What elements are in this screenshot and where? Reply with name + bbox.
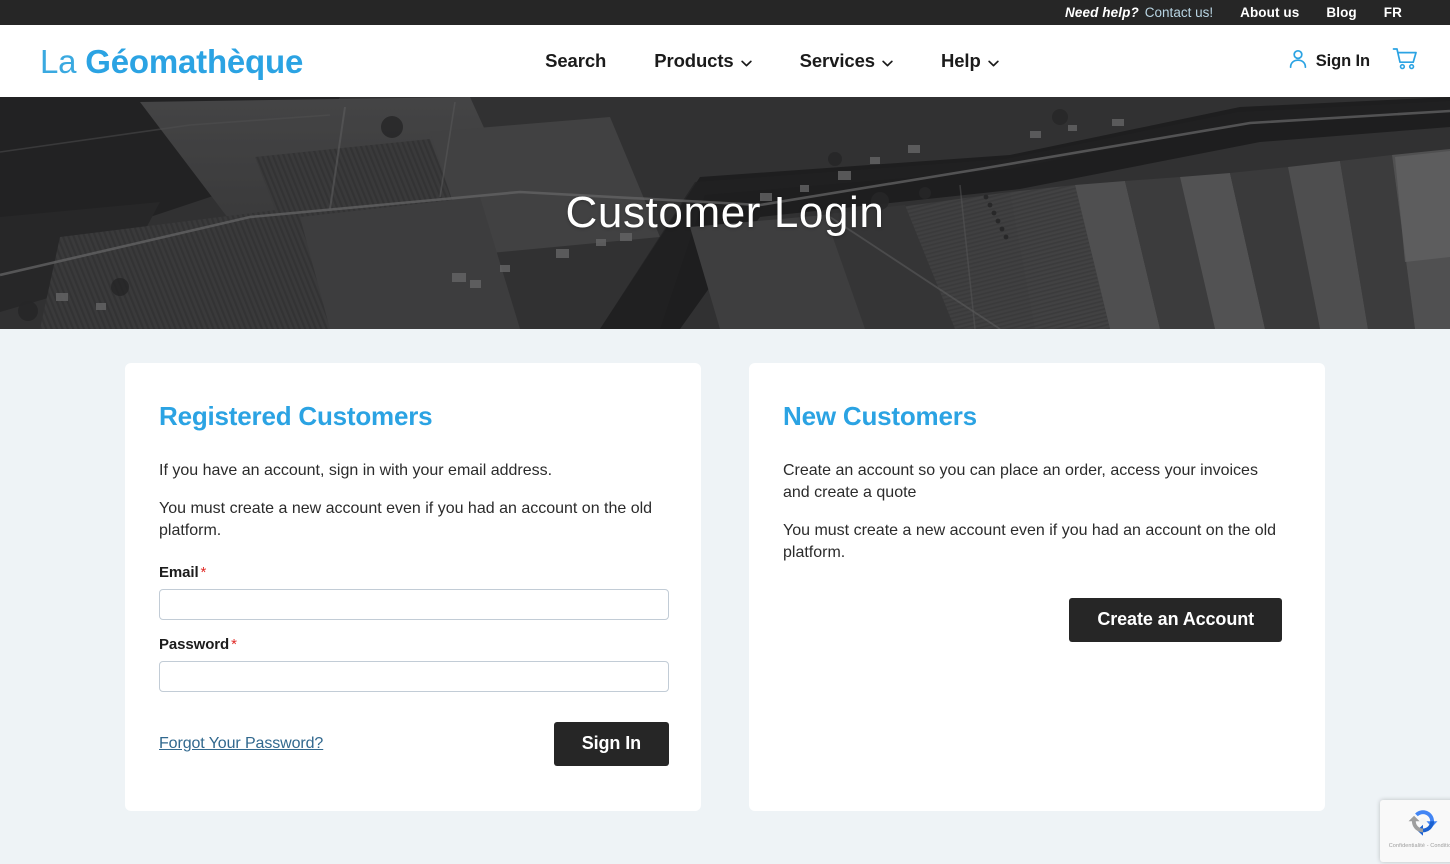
top-utility-bar: Need help? Contact us! About us Blog FR [0,0,1450,25]
new-customers-intro-text: Create an account so you can place an or… [783,462,1258,502]
new-customers-card: New Customers Create an account so you c… [749,363,1325,811]
topbar-link-language-fr[interactable]: FR [1384,5,1402,20]
forgot-password-link[interactable]: Forgot Your Password? [159,735,323,753]
recaptcha-terms-text[interactable]: Confidentialité - Conditions [1389,843,1450,849]
email-label-text: Email [159,564,199,582]
chevron-down-icon [740,60,752,67]
nav-label-help: Help [940,50,981,71]
chevron-down-icon [882,60,893,67]
password-label: Password * [159,636,667,653]
email-input[interactable] [159,589,669,621]
main-content: Registered Customers If you have an acco… [0,329,1450,811]
login-form: Email * Password * Forgot Your Password? S… [159,564,669,767]
create-account-button[interactable]: Create an Account [1069,598,1282,643]
registered-customers-title: Registered Customers [159,401,433,431]
password-field-group: Password * [159,636,669,693]
registered-notice-text: You must create a new account even if yo… [159,500,653,540]
email-label: Email * [159,564,667,581]
sign-in-button[interactable]: Sign In [1288,48,1370,74]
main-navigation: Search Products Services Help [521,50,1023,72]
recaptcha-badge[interactable]: Confidentialité - Conditions [1380,800,1450,862]
nav-item-services[interactable]: Services [776,50,917,72]
password-required-marker: * [231,636,237,654]
user-icon [1288,48,1308,74]
new-customers-title: New Customers [783,401,977,431]
contact-us-link[interactable]: Contact us! [1145,5,1213,20]
nav-label-products: Products [654,50,734,71]
chevron-down-icon [987,60,999,67]
logo-main: Géomathèque [85,42,304,80]
sign-in-submit-button[interactable]: Sign In [553,722,669,767]
nav-item-search[interactable]: Search [521,50,630,72]
need-help-label: Need help? [1065,5,1139,20]
page: Need help? Contact us! About us Blog FR … [0,0,1450,864]
password-label-text: Password [159,636,230,654]
email-required-marker: * [200,564,207,582]
new-customers-actions: Create an Account [783,598,1291,643]
page-title: Customer Login [565,188,885,237]
sign-in-label: Sign In [1315,51,1370,70]
shopping-cart-icon [1392,47,1418,76]
login-form-actions: Forgot Your Password? Sign In [159,722,669,767]
nav-label-search: Search [545,50,607,71]
site-header: La Géomathèque Search Products Services … [0,25,1450,97]
registered-intro-text: If you have an account, sign in with you… [159,462,553,479]
nav-label-services: Services [799,50,875,71]
nav-item-products[interactable]: Products [630,50,775,72]
new-customers-notice-text: You must create a new account even if yo… [783,522,1277,562]
password-input[interactable] [159,661,669,693]
topbar-links: Need help? Contact us! About us Blog FR [1065,5,1402,20]
email-field-group: Email * [159,564,669,621]
header-actions: Sign In [1288,45,1420,78]
hero-banner: Customer Login [0,97,1450,329]
shopping-cart-button[interactable] [1390,45,1420,78]
nav-item-help[interactable]: Help [917,50,1023,72]
topbar-link-blog[interactable]: Blog [1326,5,1356,20]
registered-customers-card: Registered Customers If you have an acco… [125,363,701,811]
site-logo[interactable]: La Géomathèque [40,45,303,78]
topbar-link-about-us[interactable]: About us [1240,5,1299,20]
recaptcha-icon [1406,806,1440,840]
logo-prefix: La [40,42,77,80]
